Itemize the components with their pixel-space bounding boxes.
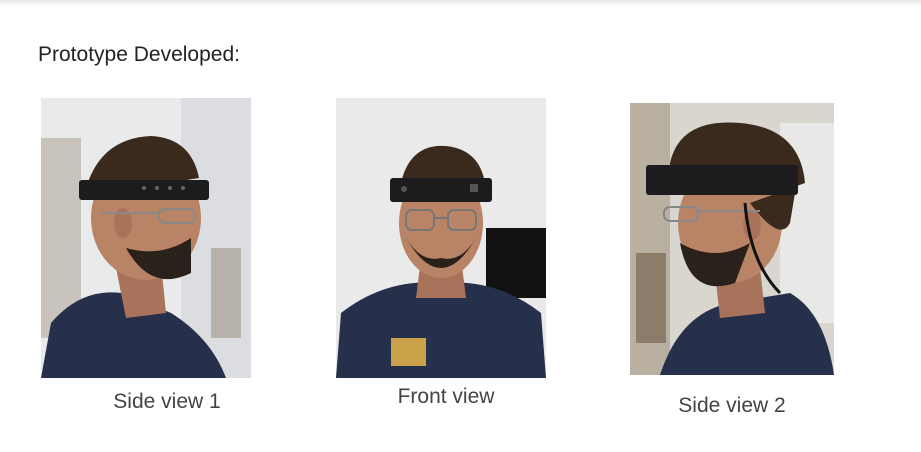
caption-front-view: Front view: [397, 385, 495, 408]
photo-side-view-1: [41, 98, 251, 378]
top-shadow: [0, 0, 921, 6]
photo-side-view-2: [630, 103, 834, 375]
section-heading: Prototype Developed:: [38, 43, 240, 66]
caption-side-view-1: Side view 1: [113, 390, 221, 413]
caption-side-view-2: Side view 2: [678, 394, 786, 417]
photo-front-view: [336, 98, 546, 378]
